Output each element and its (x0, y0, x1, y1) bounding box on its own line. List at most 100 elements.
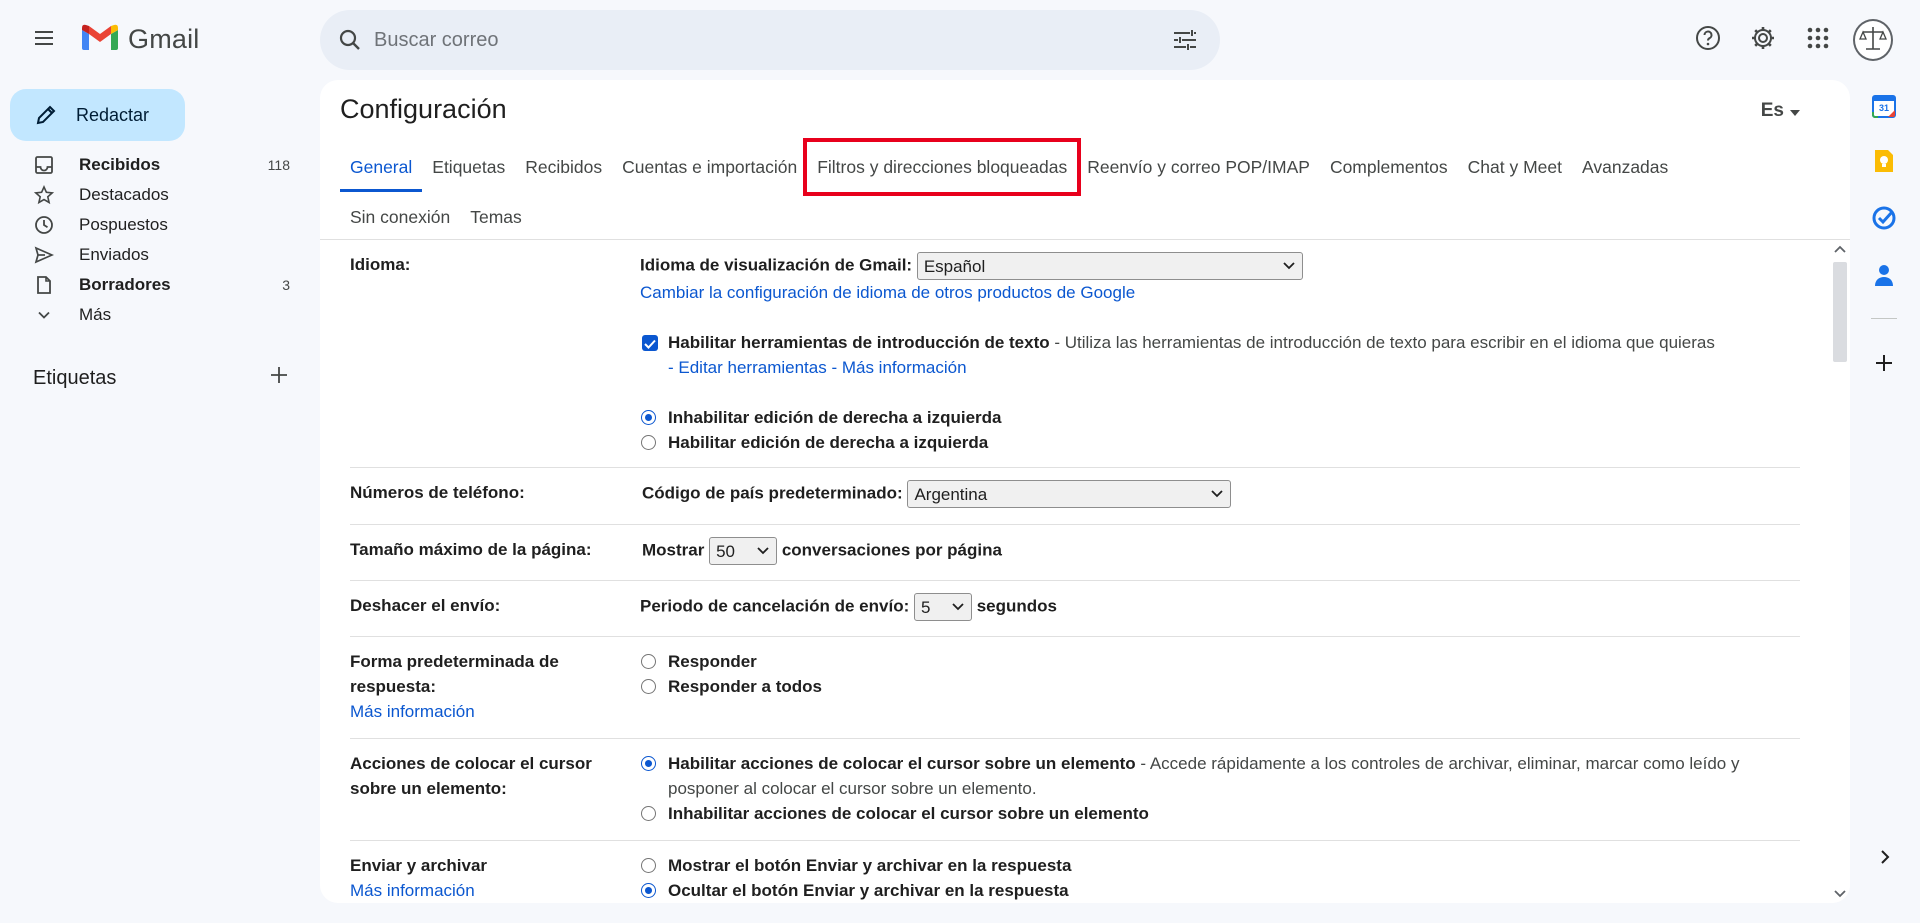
send-icon (33, 244, 55, 266)
change-language-link[interactable]: Cambiar la configuración de idioma de ot… (640, 280, 1800, 305)
create-label-button[interactable] (265, 364, 293, 392)
compose-button[interactable]: Redactar (10, 89, 185, 141)
rtl-disable-radio[interactable] (641, 410, 656, 425)
sidebar-item-starred[interactable]: Destacados (0, 180, 300, 210)
input-tools-language-button[interactable]: Es (1761, 100, 1800, 122)
rtl-disable-option: Inhabilitar edición de derecha a izquier… (640, 405, 1800, 430)
tabs-row-2: Sin conexión Temas (340, 192, 1840, 242)
main-menu-button[interactable] (24, 20, 64, 60)
sidebar-item-label: Destacados (79, 185, 169, 204)
page-title: Configuración (340, 94, 507, 124)
tab-forwarding-pop-imap[interactable]: Reenvío y correo POP/IMAP (1077, 142, 1320, 192)
tab-advanced[interactable]: Avanzadas (1572, 142, 1678, 192)
settings-button[interactable] (1743, 20, 1783, 60)
hide-send-archive-radio[interactable] (641, 883, 656, 898)
settings-content: Idioma: Idioma de visualización de Gmail… (320, 240, 1830, 903)
calendar-app-button[interactable]: 31 (1868, 90, 1900, 122)
show-label: Mostrar (642, 540, 705, 560)
labels-section-header: Etiquetas (33, 364, 293, 392)
display-language-label: Idioma de visualización de Gmail: (640, 255, 913, 275)
sidebar-item-snoozed[interactable]: Pospuestos (0, 210, 300, 240)
phone-setting-body: Código de país predeterminado: Argentina (642, 480, 1802, 508)
setting-label: Enviar y archivar Más información (350, 853, 620, 903)
search-options-icon[interactable] (1170, 26, 1200, 54)
calendar-day: 31 (1878, 103, 1889, 113)
apps-grid-icon (1806, 26, 1830, 55)
reply-radio[interactable] (641, 654, 656, 669)
setting-label: Forma predeterminada de respuesta: Más i… (350, 649, 620, 724)
display-language-select[interactable]: Español (916, 252, 1303, 280)
scroll-up-arrow-icon[interactable] (1833, 242, 1847, 256)
calendar-icon: 31 (1872, 94, 1896, 118)
page-size-setting-row: Tamaño máximo de la página: Mostrar 50 c… (350, 525, 1800, 581)
show-send-archive-radio[interactable] (641, 858, 656, 873)
chevron-down-icon (951, 600, 965, 614)
input-tools-checkbox[interactable] (642, 335, 658, 351)
tab-inbox[interactable]: Recibidos (515, 142, 612, 192)
sidebar-item-more[interactable]: Más (0, 300, 300, 330)
more-info-link[interactable]: Más información (350, 699, 620, 724)
checkmark-icon (644, 331, 656, 356)
settings-scrollbar[interactable] (1830, 240, 1850, 903)
input-tools-label: Habilitar herramientas de introducción d… (668, 333, 1050, 352)
tab-general[interactable]: General (340, 142, 423, 192)
edit-tools-link[interactable]: Editar herramientas (678, 358, 826, 377)
rtl-enable-option: Habilitar edición de derecha a izquierda (640, 430, 1800, 455)
draft-icon (33, 274, 55, 296)
inbox-icon (33, 154, 55, 176)
tab-accounts-import[interactable]: Cuentas e importación (612, 142, 807, 192)
reply-all-radio[interactable] (641, 679, 656, 694)
contacts-app-button[interactable] (1868, 261, 1900, 293)
tab-chat-meet[interactable]: Chat y Meet (1458, 142, 1572, 192)
support-button[interactable] (1688, 20, 1728, 60)
option-label: Ocultar el botón Enviar y archivar en la… (668, 881, 1069, 900)
settings-panel: Configuración Es General Etiquetas Recib… (320, 80, 1850, 903)
language-setting-body: Idioma de visualización de Gmail: Españo… (640, 252, 1800, 455)
sidebar-item-inbox[interactable]: Recibidos 118 (0, 150, 300, 180)
scrollbar-thumb[interactable] (1833, 262, 1847, 362)
keep-app-button[interactable] (1868, 147, 1900, 179)
labels-title: Etiquetas (33, 366, 117, 389)
hover-enable-radio[interactable] (641, 756, 656, 771)
get-addons-button[interactable] (1868, 349, 1900, 381)
header-icons (1688, 19, 1893, 61)
gmail-logo[interactable]: Gmail (80, 22, 200, 57)
setting-label: Deshacer el envío: (350, 596, 501, 615)
clock-icon (33, 214, 55, 236)
hover-actions-setting-body: Habilitar acciones de colocar el cursor … (640, 751, 1800, 826)
search-input[interactable] (374, 22, 1134, 58)
account-button[interactable] (1853, 19, 1893, 61)
page-size-select[interactable]: 50 (709, 537, 778, 565)
sidebar-item-drafts[interactable]: Borradores 3 (0, 270, 300, 300)
search-icon[interactable] (334, 24, 366, 56)
show-send-archive-option: Mostrar el botón Enviar y archivar en la… (640, 853, 1800, 878)
more-info-link[interactable]: Más información (350, 878, 620, 903)
default-reply-setting-body: Responder Responder a todos (640, 649, 1800, 699)
more-info-link[interactable]: Más información (842, 358, 967, 377)
option-label: Responder a todos (668, 677, 822, 696)
pencil-icon (32, 101, 60, 129)
scales-icon (1858, 23, 1888, 58)
sidebar-item-label: Pospuestos (79, 215, 168, 234)
settings-tabs: General Etiquetas Recibidos Cuentas e im… (340, 138, 1840, 242)
tab-offline[interactable]: Sin conexión (340, 192, 460, 242)
select-value: Argentina (914, 484, 988, 504)
sidebar-item-sent[interactable]: Enviados (0, 240, 300, 270)
google-apps-button[interactable] (1798, 20, 1838, 60)
undo-send-period-select[interactable]: 5 (913, 593, 972, 621)
caret-down-icon (1790, 100, 1800, 122)
tab-themes[interactable]: Temas (460, 192, 532, 242)
hover-disable-radio[interactable] (641, 806, 656, 821)
rtl-enable-radio[interactable] (641, 435, 656, 450)
tasks-app-button[interactable] (1868, 204, 1900, 236)
cancel-period-label: Periodo de cancelación de envío: (640, 596, 910, 616)
tab-addons[interactable]: Complementos (1320, 142, 1458, 192)
scroll-down-arrow-icon[interactable] (1833, 887, 1847, 901)
show-side-panel-button[interactable] (1872, 846, 1898, 872)
compose-label: Redactar (76, 104, 150, 125)
drafts-count: 3 (282, 277, 290, 293)
option-label: Inhabilitar acciones de colocar el curso… (668, 804, 1149, 823)
tab-labels[interactable]: Etiquetas (422, 142, 515, 192)
country-code-select[interactable]: Argentina (907, 480, 1232, 508)
tab-filters-blocked[interactable]: Filtros y direcciones bloqueadas (803, 138, 1082, 196)
